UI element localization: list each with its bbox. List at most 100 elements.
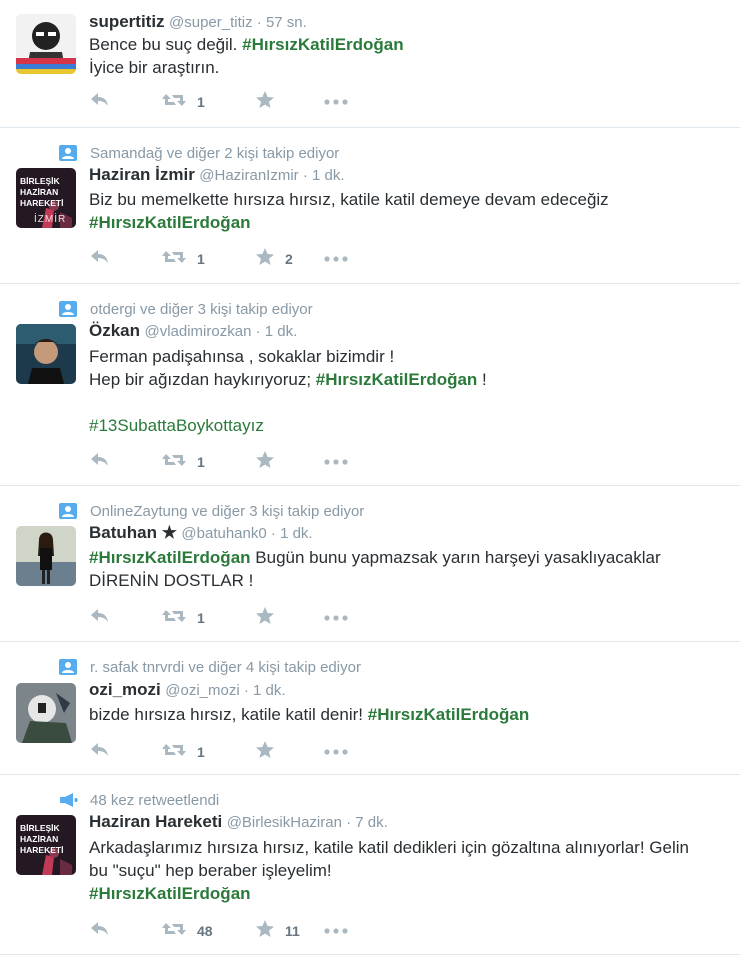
favorite-button[interactable]: 11 (255, 919, 300, 943)
handle[interactable]: @HaziranIzmir (199, 167, 298, 184)
reply-button[interactable] (89, 919, 111, 943)
tweet-context[interactable]: OnlineZaytung ve diğer 3 kişi takip ediy… (58, 501, 364, 521)
retweet-button[interactable]: 48 (161, 919, 213, 943)
avatar[interactable] (16, 14, 76, 74)
reply-button[interactable] (89, 740, 111, 764)
reply-button[interactable] (89, 90, 111, 114)
favorite-button[interactable] (255, 450, 285, 474)
retweet-count: 48 (197, 923, 213, 939)
display-name[interactable]: supertitiz (89, 12, 165, 31)
separator: · (239, 682, 254, 699)
tweet-context[interactable]: otdergi ve diğer 3 kişi takip ediyor (58, 299, 313, 319)
handle[interactable]: @BirlesikHaziran (227, 814, 342, 831)
display-name[interactable]: Özkan (89, 321, 140, 340)
tweet[interactable]: r. safak tnrvrdi ve diğer 4 kişi takip e… (0, 642, 740, 775)
reply-button[interactable] (89, 450, 111, 474)
tweet-context[interactable]: r. safak tnrvrdi ve diğer 4 kişi takip e… (58, 657, 361, 677)
avatar-text: HAREKETİ (20, 845, 63, 855)
hashtag-link[interactable]: #HırsızKatilErdoğan (89, 213, 251, 232)
person-icon (58, 657, 78, 677)
display-name[interactable]: Haziran Hareketi (89, 812, 222, 831)
tweet[interactable]: supertitiz @super_titiz · 57 sn. Bence bu… (0, 0, 740, 128)
retweet-button[interactable]: 1 (161, 606, 205, 630)
context-text: Samandağ ve diğer 2 kişi takip ediyor (90, 144, 340, 162)
context-text: OnlineZaytung ve diğer 3 kişi takip ediy… (90, 502, 365, 520)
timestamp[interactable]: 1 dk. (265, 323, 298, 340)
retweet-icon (161, 91, 187, 114)
person-icon (58, 299, 78, 319)
star-icon (255, 606, 275, 631)
more-button[interactable] (323, 919, 349, 943)
avatar[interactable] (16, 683, 76, 743)
favorite-button[interactable] (255, 606, 285, 630)
avatar-text: HAREKETİ (20, 198, 63, 208)
timestamp[interactable]: 1 dk. (253, 682, 286, 699)
tweet-line: Hep bir ağızdan haykırıyoruz; #HırsızKat… (89, 368, 729, 391)
timestamp[interactable]: 57 sn. (266, 14, 307, 31)
tweet-text: Ferman padişahınsa , sokaklar bizimdir !… (89, 345, 729, 437)
more-button[interactable] (323, 740, 349, 764)
retweet-button[interactable]: 1 (161, 740, 205, 764)
tweet-line: DİRENİN DOSTLAR ! (89, 569, 729, 592)
handle[interactable]: @ozi_mozi (165, 682, 239, 699)
hashtag-link[interactable]: #HırsızKatilErdoğan (89, 884, 251, 903)
tweet-context[interactable]: 48 kez retweetlendi (58, 790, 219, 810)
favorite-button[interactable]: 2 (255, 247, 293, 271)
favorite-button[interactable] (255, 90, 285, 114)
timestamp[interactable]: 7 dk. (355, 814, 388, 831)
tweet-header: supertitiz @super_titiz · 57 sn. (89, 12, 307, 32)
tweet-header: Haziran İzmir @HaziranIzmir · 1 dk. (89, 165, 345, 185)
retweet-count: 1 (197, 454, 205, 470)
tweet-text-segment: Ferman padişahınsa , sokaklar bizimdir ! (89, 347, 395, 366)
tweet-context[interactable]: Samandağ ve diğer 2 kişi takip ediyor (58, 143, 339, 163)
more-icon (323, 250, 349, 268)
retweet-count: 1 (197, 94, 205, 110)
svg-text:İZMİR: İZMİR (34, 212, 66, 225)
avatar[interactable] (16, 324, 76, 384)
reply-icon (89, 91, 111, 114)
tweet[interactable]: Samandağ ve diğer 2 kişi takip ediyor BİR… (0, 128, 740, 284)
hashtag-link[interactable]: #HırsızKatilErdoğan (89, 548, 251, 567)
tweet[interactable]: OnlineZaytung ve diğer 3 kişi takip ediy… (0, 486, 740, 642)
more-button[interactable] (323, 450, 349, 474)
retweet-count: 1 (197, 251, 205, 267)
tweet-line: İyice bir araştırın. (89, 56, 729, 79)
more-button[interactable] (323, 90, 349, 114)
tweet[interactable]: otdergi ve diğer 3 kişi takip ediyor Özka… (0, 284, 740, 486)
retweet-icon (161, 607, 187, 630)
separator: · (341, 814, 356, 831)
tweet-line: Bence bu suç değil. #HırsızKatilErdoğan (89, 33, 729, 56)
avatar[interactable]: BİRLEŞİK HAZİRAN HAREKETİ (16, 815, 76, 875)
more-button[interactable] (323, 247, 349, 271)
hashtag-link[interactable]: #HırsızKatilErdoğan (242, 35, 404, 54)
display-name[interactable]: Batuhan ★ (89, 523, 177, 542)
retweet-icon (161, 741, 187, 764)
retweet-button[interactable]: 1 (161, 450, 205, 474)
timestamp[interactable]: 1 dk. (280, 525, 313, 542)
tweet-text: bizde hırsıza hırsız, katile katil denir… (89, 703, 729, 726)
handle[interactable]: @vladimirozkan (144, 323, 251, 340)
context-text: r. safak tnrvrdi ve diğer 4 kişi takip e… (90, 658, 361, 676)
display-name[interactable]: Haziran İzmir (89, 165, 195, 184)
reply-button[interactable] (89, 247, 111, 271)
hashtag-link[interactable]: #HırsızKatilErdoğan (368, 705, 530, 724)
retweet-button[interactable]: 1 (161, 90, 205, 114)
handle[interactable]: @batuhank0 (181, 525, 266, 542)
tweet-text: Bence bu suç değil. #HırsızKatilErdoğan İ… (89, 33, 729, 79)
display-name[interactable]: ozi_mozi (89, 680, 161, 699)
more-button[interactable] (323, 606, 349, 630)
tweet-header: ozi_mozi @ozi_mozi · 1 dk. (89, 680, 286, 700)
timestamp[interactable]: 1 dk. (312, 167, 345, 184)
reply-button[interactable] (89, 606, 111, 630)
more-icon (323, 922, 349, 940)
retweet-button[interactable]: 1 (161, 247, 205, 271)
hashtag-link[interactable]: #13SubattaBoykottayız (89, 416, 264, 435)
favorite-count: 2 (285, 251, 293, 267)
tweet-actions: 1 (89, 90, 489, 114)
favorite-button[interactable] (255, 740, 285, 764)
tweet[interactable]: 48 kez retweetlendi BİRLEŞİK HAZİRAN HAREKE… (0, 775, 740, 955)
hashtag-link[interactable]: #HırsızKatilErdoğan (316, 370, 478, 389)
handle[interactable]: @super_titiz (169, 14, 253, 31)
avatar[interactable]: BİRLEŞİK HAZİRAN HAREKETİ İZMİR (16, 168, 76, 228)
avatar[interactable] (16, 526, 76, 586)
